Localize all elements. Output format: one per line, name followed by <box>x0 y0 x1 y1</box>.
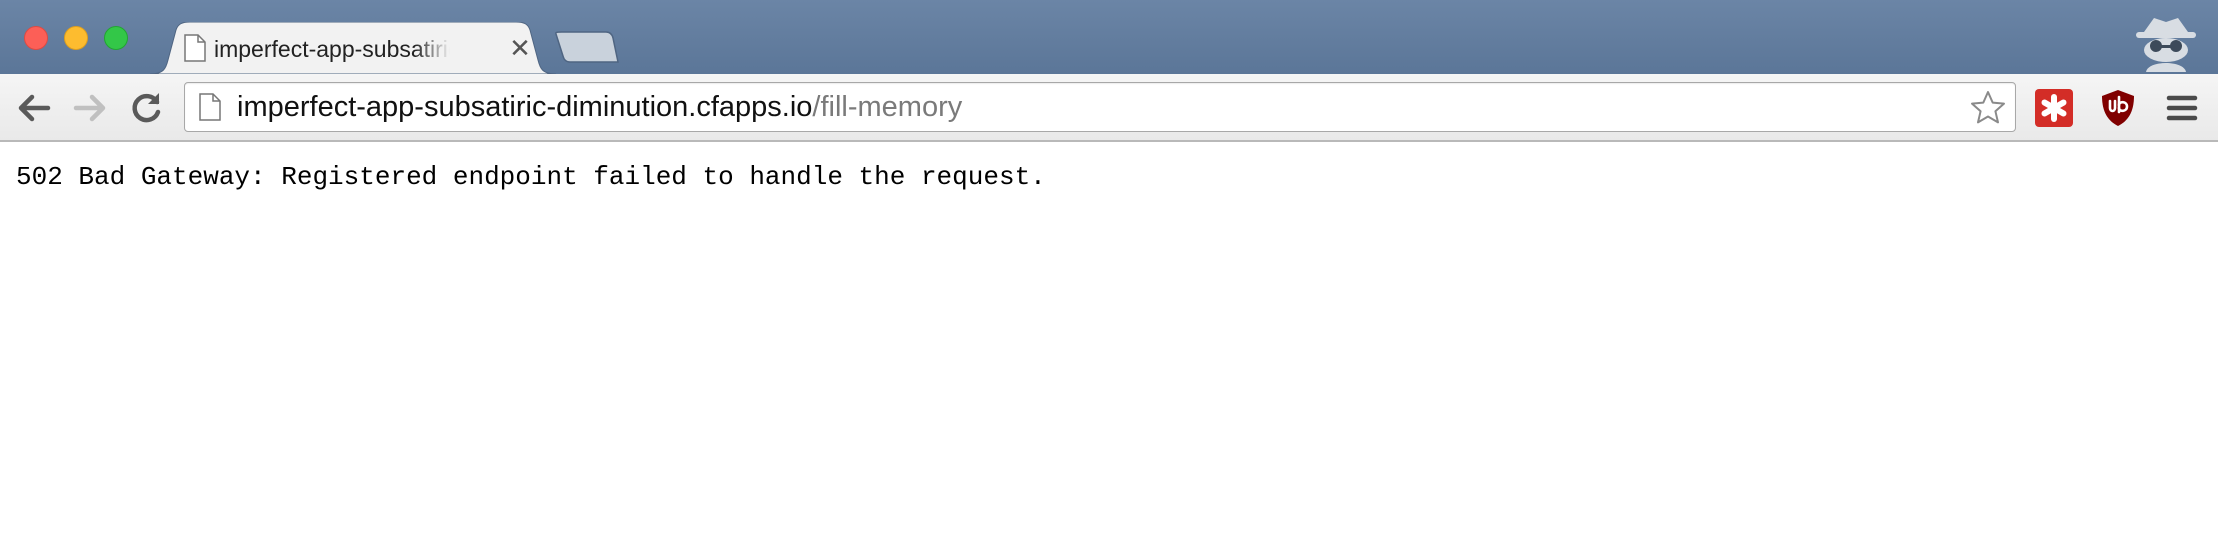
url-host: imperfect-app-subsatiric-diminution.cfap… <box>237 91 813 123</box>
tab-title: imperfect-app-subsatiric-diminution.cfap… <box>214 36 450 62</box>
url-text[interactable]: imperfect-app-subsatiric-diminution.cfap… <box>237 90 962 124</box>
reload-icon[interactable] <box>126 88 166 128</box>
toolbar: imperfect-app-subsatiric-diminution.cfap… <box>0 74 2218 142</box>
new-tab-button[interactable] <box>552 30 620 64</box>
window-minimize-button[interactable] <box>64 26 88 50</box>
incognito-icon <box>2136 18 2196 72</box>
forward-arrow-icon[interactable] <box>70 88 110 128</box>
ublock-origin-icon[interactable] <box>2098 88 2138 128</box>
lastpass-icon[interactable] <box>2034 88 2074 128</box>
tab-active[interactable]: imperfect-app-subsatiric-diminution.cfap… <box>150 22 556 74</box>
error-message: 502 Bad Gateway: Registered endpoint fai… <box>16 162 1046 192</box>
page-icon <box>184 34 206 62</box>
hamburger-menu-icon[interactable] <box>2164 90 2200 126</box>
url-path: /fill-memory <box>812 91 963 123</box>
back-arrow-icon[interactable] <box>14 88 54 128</box>
tab-close-icon[interactable]: ✕ <box>506 34 534 62</box>
address-bar[interactable]: imperfect-app-subsatiric-diminution.cfap… <box>184 82 2016 132</box>
window-close-button[interactable] <box>24 26 48 50</box>
page-icon <box>199 93 221 121</box>
page-content: 502 Bad Gateway: Registered endpoint fai… <box>0 142 2218 544</box>
tab-strip: imperfect-app-subsatiric-diminution.cfap… <box>0 0 2218 74</box>
window-maximize-button[interactable] <box>104 26 128 50</box>
browser-window: imperfect-app-subsatiric-diminution.cfap… <box>0 0 2218 544</box>
bookmark-star-icon[interactable] <box>1969 89 2007 127</box>
